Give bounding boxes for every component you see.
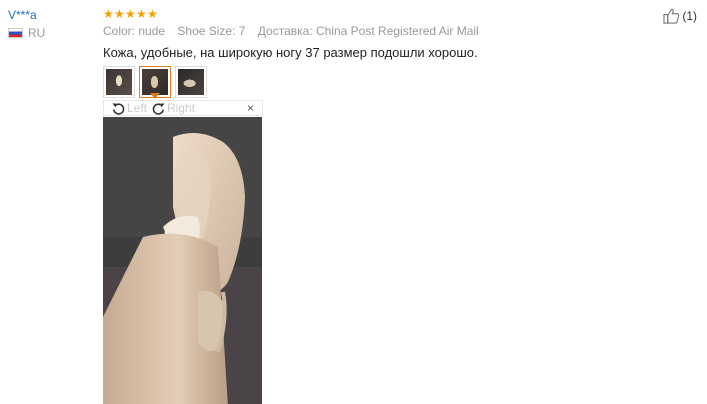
star-icon: ★ xyxy=(114,7,125,21)
review-photo xyxy=(103,117,262,404)
rotate-right-label: Right xyxy=(167,101,196,115)
attr-color: Color: nude xyxy=(103,24,166,38)
rotate-left-label: Left xyxy=(127,101,148,115)
photo-thumbnail-1[interactable] xyxy=(103,66,135,98)
rotate-left-icon xyxy=(112,102,125,115)
star-icon: ★ xyxy=(136,7,147,21)
review-content: ★ ★ ★ ★ ★ Color: nude Shoe Size: 7 Доста… xyxy=(103,7,603,404)
star-icon: ★ xyxy=(147,7,158,21)
photo-thumbnails xyxy=(103,66,603,98)
rotate-left-button[interactable]: Left xyxy=(111,101,147,116)
shoe-photo-image xyxy=(103,117,262,404)
helpful-count: (1) xyxy=(682,9,697,23)
flag-ru-icon xyxy=(8,28,23,38)
reviewer-country: RU xyxy=(8,25,98,41)
rotate-right-button[interactable]: Right xyxy=(151,101,195,116)
photo-thumbnail-3[interactable] xyxy=(175,66,207,98)
attr-shipping: Доставка: China Post Registered Air Mail xyxy=(257,24,479,38)
star-icon: ★ xyxy=(125,7,136,21)
photo-viewer-toolbar: Left Right × xyxy=(103,100,263,116)
close-viewer-button[interactable]: × xyxy=(247,101,254,116)
selected-thumbnail-indicator xyxy=(150,93,160,99)
reviewer-info: V***a RU xyxy=(8,7,98,41)
review-item: V***a RU ★ ★ ★ ★ ★ Color: nude Shoe Size… xyxy=(0,0,707,404)
review-text: Кожа, удобные, на широкую ногу 37 размер… xyxy=(103,45,478,60)
star-rating: ★ ★ ★ ★ ★ xyxy=(103,7,603,22)
helpful-button[interactable]: (1) xyxy=(663,8,697,24)
country-code: RU xyxy=(28,26,46,40)
attr-shoe-size: Shoe Size: 7 xyxy=(177,24,246,38)
star-icon: ★ xyxy=(103,7,114,21)
reviewer-name-link[interactable]: V***a xyxy=(8,7,98,23)
order-attributes: Color: nude Shoe Size: 7 Доставка: China… xyxy=(103,22,603,40)
rotate-right-icon xyxy=(152,102,165,115)
thumbs-up-icon xyxy=(663,8,680,24)
